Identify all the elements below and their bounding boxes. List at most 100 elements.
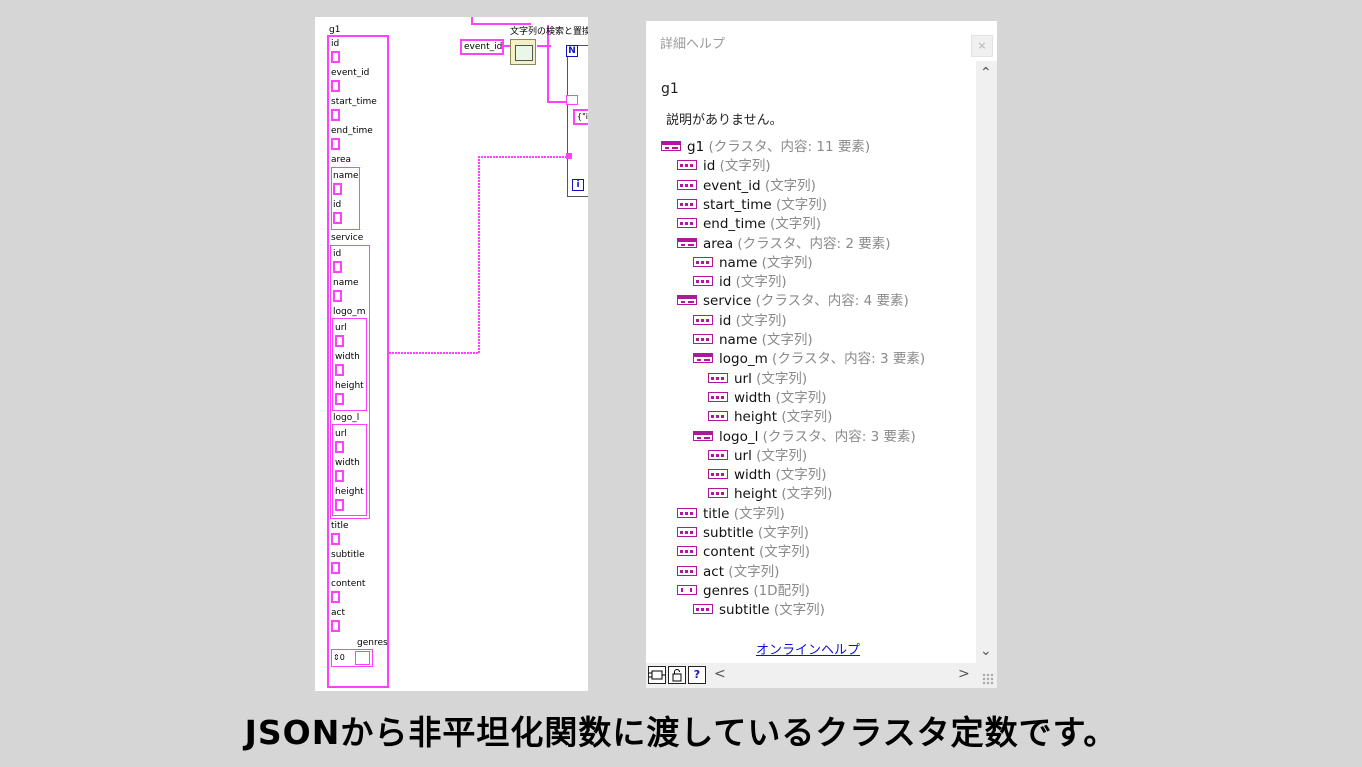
search-replace-icon: [515, 45, 533, 61]
field-logo-l-url-control[interactable]: [335, 441, 344, 453]
tree-row-type: (文字列): [781, 486, 833, 503]
tree-row-type: (文字列): [773, 602, 825, 619]
string-type-icon: [708, 411, 728, 422]
tree-row-type: (文字列): [733, 505, 785, 522]
tree-row-type: (文字列): [756, 370, 808, 387]
help-button[interactable]: ?: [688, 666, 706, 684]
tree-row: genres (1D配列): [677, 582, 810, 601]
tree-row-type: (文字列): [757, 525, 809, 541]
tree-row-type: (文字列): [756, 447, 808, 464]
field-area-name-control[interactable]: [333, 183, 342, 195]
context-help-window: 詳細ヘルプ × g1 説明がありません。 g1 (クラスタ、内容: 11 要素)…: [646, 21, 997, 688]
tree-row: height (文字列): [708, 485, 832, 504]
tree-row-type: (文字列): [781, 409, 833, 426]
cluster-type-icon: [661, 141, 681, 151]
loop-iteration-terminal[interactable]: i: [572, 179, 584, 191]
field-content-control[interactable]: [331, 591, 340, 603]
genres-element[interactable]: [355, 651, 370, 665]
scroll-right-icon[interactable]: >: [958, 666, 970, 682]
tree-row-type: (クラスタ、内容: 2 要素): [737, 235, 891, 252]
field-logo-m-height-control[interactable]: [335, 393, 344, 405]
cluster-type-icon: [693, 353, 713, 364]
cluster-label-logo-l-width: width: [335, 458, 360, 468]
cluster-label-content: content: [331, 579, 366, 589]
wire-vertical: [478, 156, 480, 354]
tree-row-type: (クラスタ、内容: 3 要素): [772, 351, 926, 368]
tree-row-type: (クラスタ、内容: 3 要素): [762, 428, 916, 445]
field-subtitle-control[interactable]: [331, 562, 340, 574]
event-id-constant[interactable]: event_id: [460, 39, 504, 55]
loop-count-terminal[interactable]: N: [566, 45, 578, 57]
cluster-label-id: id: [331, 39, 340, 49]
tree-row-type: (クラスタ、内容: 11 要素): [708, 139, 871, 155]
tree-row-type: (文字列): [776, 196, 828, 213]
tree-row-name: height: [734, 486, 778, 503]
event-id-constant-text: event_id: [464, 42, 503, 52]
array-index-spinner[interactable]: ⇕0: [333, 653, 345, 663]
tree-row: title (文字列): [677, 505, 785, 524]
field-logo-l-width-control[interactable]: [335, 470, 344, 482]
help-content: g1 説明がありません。 g1 (クラスタ、内容: 11 要素) id (文字列)…: [646, 61, 976, 663]
cluster-label-area-id: id: [333, 200, 342, 210]
vertical-scrollbar[interactable]: ⌃ ⌄: [976, 61, 997, 663]
scroll-down-icon[interactable]: ⌄: [980, 643, 992, 659]
tree-row-type: (文字列): [758, 544, 811, 561]
string-type-icon: [708, 372, 728, 383]
tree-row-name: id: [719, 274, 732, 291]
tree-row: logo_l (クラスタ、内容: 3 要素): [693, 428, 916, 447]
tree-row-name: height: [734, 409, 778, 426]
tree-row: act (文字列): [677, 563, 779, 582]
cluster-label-subtitle: subtitle: [331, 550, 365, 560]
field-act-control[interactable]: [331, 620, 340, 632]
close-button[interactable]: ×: [971, 35, 993, 57]
show-optional-terminals-button[interactable]: [648, 666, 666, 684]
tree-row-type: (文字列): [769, 216, 822, 233]
lock-button[interactable]: [668, 666, 686, 684]
scroll-left-icon[interactable]: <: [714, 666, 726, 682]
tree-row: end_time (文字列): [677, 215, 821, 234]
cluster-label-start-time: start_time: [331, 97, 377, 107]
field-service-id-control[interactable]: [333, 261, 342, 273]
search-replace-node[interactable]: [510, 39, 536, 65]
wire-search-out: [537, 45, 551, 47]
tree-row: height (文字列): [708, 408, 832, 427]
tree-row-type: (文字列): [764, 177, 816, 194]
field-id-control[interactable]: [331, 51, 340, 63]
cluster-label-logo-l: logo_l: [333, 413, 360, 423]
tree-row: subtitle (文字列): [677, 524, 809, 543]
field-logo-m-url-control[interactable]: [335, 335, 344, 347]
tree-row-name: subtitle: [719, 602, 770, 619]
scroll-up-icon[interactable]: ⌃: [980, 65, 992, 81]
shift-register[interactable]: [566, 95, 578, 105]
field-area-id-control[interactable]: [333, 212, 342, 224]
tree-row: id (文字列): [693, 312, 787, 331]
field-logo-m-width-control[interactable]: [335, 364, 344, 376]
string-type-icon: [677, 179, 697, 190]
tree-row-type: (文字列): [775, 467, 827, 484]
field-service-name-control[interactable]: [333, 290, 342, 302]
cluster-label-service: service: [331, 233, 364, 243]
tree-row-type: (文字列): [728, 563, 780, 580]
cluster-label-logo-l-url: url: [335, 429, 347, 439]
string-type-icon: [693, 256, 713, 267]
cluster-label-area: area: [331, 155, 352, 165]
tree-row: id (文字列): [693, 273, 787, 292]
string-type-icon: [708, 469, 728, 480]
tree-row-type: (文字列): [761, 254, 813, 271]
tree-row-name: service: [703, 293, 752, 310]
resize-grip-icon[interactable]: [982, 673, 994, 685]
string-type-icon: [677, 198, 697, 209]
field-event-id-control[interactable]: [331, 80, 340, 92]
help-bottom-bar: ? < >: [646, 663, 997, 688]
field-title-control[interactable]: [331, 533, 340, 545]
tree-row: url (文字列): [708, 447, 807, 466]
online-help-link[interactable]: オンラインヘルプ: [756, 639, 860, 658]
string-constant[interactable]: {"i: [573, 109, 588, 125]
field-logo-l-height-control[interactable]: [335, 499, 344, 511]
field-start-time-control[interactable]: [331, 109, 340, 121]
tree-row: area (クラスタ、内容: 2 要素): [677, 235, 891, 254]
string-type-icon: [677, 527, 697, 537]
field-end-time-control[interactable]: [331, 138, 340, 150]
tree-row: event_id (文字列): [677, 177, 816, 196]
tree-row-name: width: [734, 389, 772, 406]
